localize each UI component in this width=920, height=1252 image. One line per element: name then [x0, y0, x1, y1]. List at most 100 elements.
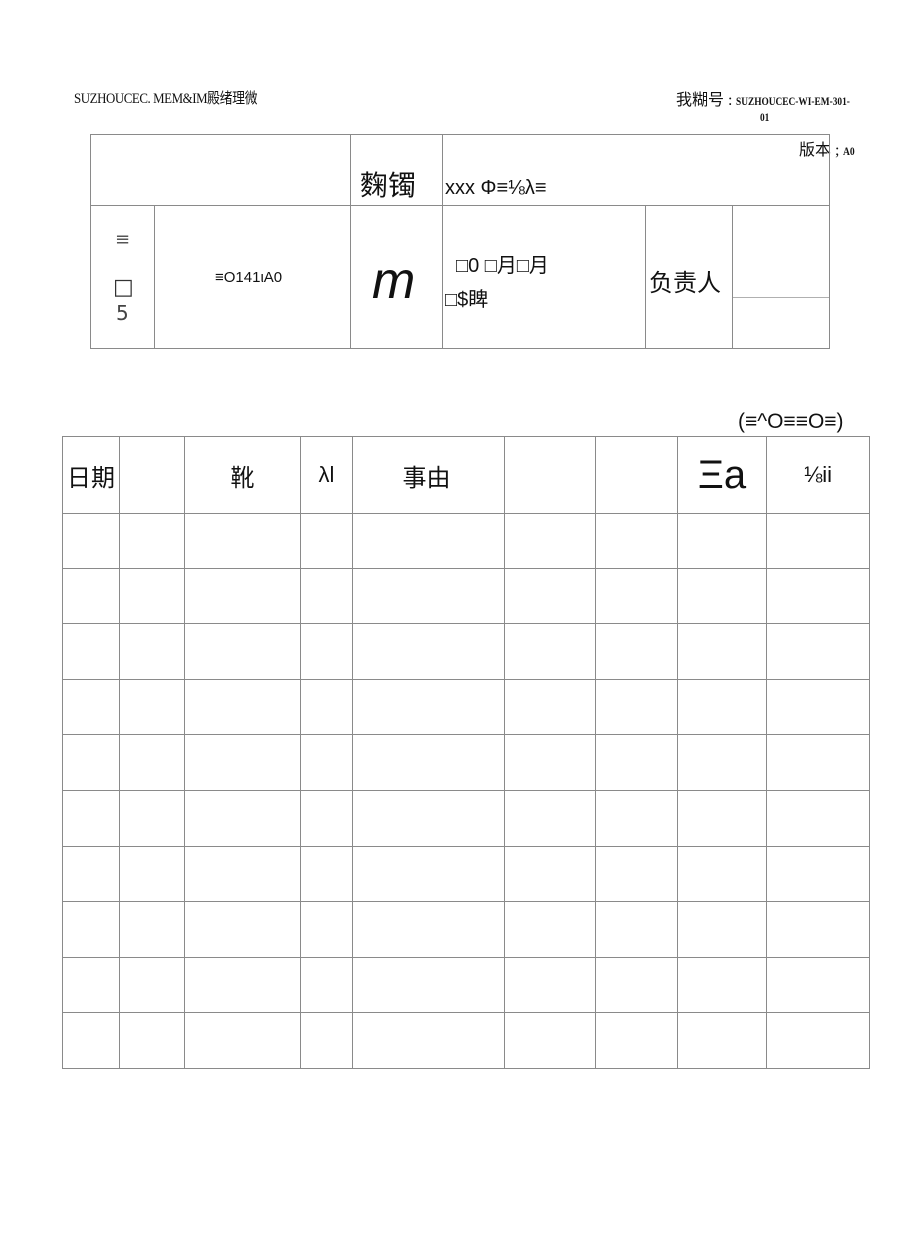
log-table-cell[interactable] — [353, 1013, 504, 1068]
log-table-cell[interactable] — [767, 680, 869, 734]
log-table-cell[interactable] — [185, 680, 300, 734]
log-table-cell[interactable] — [301, 514, 352, 568]
log-table-cell[interactable] — [505, 1013, 595, 1068]
log-table-cell[interactable] — [120, 791, 184, 846]
document-number-value: SUZHOUCEC-WI-EM-301- — [736, 94, 851, 108]
log-table-cell[interactable] — [353, 791, 504, 846]
log-table-cell[interactable] — [767, 902, 869, 957]
log-table-cell[interactable] — [63, 1013, 119, 1068]
log-table-cell[interactable] — [185, 902, 300, 957]
log-table-cell[interactable] — [767, 847, 869, 901]
log-table-cell[interactable] — [185, 735, 300, 790]
log-table-cell[interactable] — [185, 514, 300, 568]
log-table-cell[interactable] — [63, 514, 119, 568]
log-table-cell[interactable] — [678, 735, 766, 790]
log-table-cell[interactable] — [353, 624, 504, 679]
log-table-cell[interactable] — [596, 514, 677, 568]
log-table-cell[interactable] — [120, 680, 184, 734]
log-table-cell[interactable] — [596, 958, 677, 1012]
log-table-cell[interactable] — [678, 1013, 766, 1068]
log-table-cell[interactable] — [63, 847, 119, 901]
info-row2-col1-bottom: 5 — [116, 301, 129, 325]
log-table-cell[interactable] — [120, 735, 184, 790]
log-table-cell[interactable] — [185, 958, 300, 1012]
log-table-cell[interactable] — [185, 1013, 300, 1068]
log-table-cell[interactable] — [63, 569, 119, 623]
log-table-cell[interactable] — [120, 624, 184, 679]
log-table-cell[interactable] — [505, 624, 595, 679]
info-table-col-divider — [645, 205, 646, 349]
log-table-cell[interactable] — [301, 958, 352, 1012]
log-table-cell[interactable] — [767, 1013, 869, 1068]
log-table-cell[interactable] — [505, 791, 595, 846]
table-note: (≡^O≡≡O≡) — [738, 410, 844, 433]
log-table-cell[interactable] — [120, 958, 184, 1012]
log-table-cell[interactable] — [505, 847, 595, 901]
log-table-cell[interactable] — [301, 569, 352, 623]
log-table-cell[interactable] — [678, 680, 766, 734]
log-table-header-cell: 事由 — [402, 465, 451, 492]
log-table-cell[interactable] — [301, 735, 352, 790]
log-table-cell[interactable] — [767, 958, 869, 1012]
log-table-cell[interactable] — [596, 624, 677, 679]
log-table-cell[interactable] — [505, 680, 595, 734]
log-table-cell[interactable] — [505, 902, 595, 957]
log-table-cell[interactable] — [767, 735, 869, 790]
log-table-cell[interactable] — [63, 902, 119, 957]
log-table-cell[interactable] — [767, 569, 869, 623]
log-table-header-cell: 日期 — [67, 465, 115, 492]
log-table-cell[interactable] — [185, 847, 300, 901]
log-table-cell[interactable] — [301, 1013, 352, 1068]
log-table-cell[interactable] — [120, 569, 184, 623]
log-table-cell[interactable] — [301, 847, 352, 901]
log-table-cell[interactable] — [596, 569, 677, 623]
info-table-col-divider — [350, 134, 351, 349]
log-table-cell[interactable] — [767, 791, 869, 846]
log-table-cell[interactable] — [63, 735, 119, 790]
log-table-cell[interactable] — [120, 847, 184, 901]
log-table-cell[interactable] — [353, 847, 504, 901]
log-table-cell[interactable] — [678, 624, 766, 679]
log-table-cell[interactable] — [353, 735, 504, 790]
log-table-cell[interactable] — [678, 569, 766, 623]
log-table-cell[interactable] — [505, 569, 595, 623]
log-table-cell[interactable] — [505, 958, 595, 1012]
log-table-cell[interactable] — [678, 514, 766, 568]
log-table-cell[interactable] — [596, 791, 677, 846]
log-table-cell[interactable] — [505, 735, 595, 790]
log-table-cell[interactable] — [63, 680, 119, 734]
log-table-cell[interactable] — [63, 791, 119, 846]
log-table-cell[interactable] — [596, 847, 677, 901]
log-table-cell[interactable] — [678, 902, 766, 957]
log-table-cell[interactable] — [301, 791, 352, 846]
log-table-cell[interactable] — [63, 958, 119, 1012]
log-table-cell[interactable] — [301, 902, 352, 957]
info-row2-col1-mid: □ — [113, 275, 134, 300]
log-table-cell[interactable] — [596, 735, 677, 790]
log-table-cell[interactable] — [63, 624, 119, 679]
log-table-cell[interactable] — [505, 514, 595, 568]
log-table-cell[interactable] — [185, 791, 300, 846]
log-table-cell[interactable] — [120, 902, 184, 957]
log-table-cell[interactable] — [596, 1013, 677, 1068]
log-table-cell[interactable] — [185, 624, 300, 679]
log-table-cell[interactable] — [678, 791, 766, 846]
log-table-cell[interactable] — [185, 569, 300, 623]
log-table-cell[interactable] — [678, 847, 766, 901]
log-table-cell[interactable] — [301, 624, 352, 679]
log-table-cell[interactable] — [596, 902, 677, 957]
log-table-cell[interactable] — [353, 902, 504, 957]
log-table-cell[interactable] — [596, 680, 677, 734]
log-table-cell[interactable] — [353, 680, 504, 734]
log-table-cell[interactable] — [120, 514, 184, 568]
version-label: 版本 ; — [799, 142, 844, 159]
log-table-cell[interactable] — [353, 569, 504, 623]
log-table-cell[interactable] — [353, 958, 504, 1012]
log-table-cell[interactable] — [120, 1013, 184, 1068]
log-table-cell[interactable] — [767, 624, 869, 679]
info-row2-symbol: m — [372, 252, 416, 310]
log-table-cell[interactable] — [678, 958, 766, 1012]
log-table-cell[interactable] — [301, 680, 352, 734]
log-table-cell[interactable] — [767, 514, 869, 568]
log-table-cell[interactable] — [353, 514, 504, 568]
